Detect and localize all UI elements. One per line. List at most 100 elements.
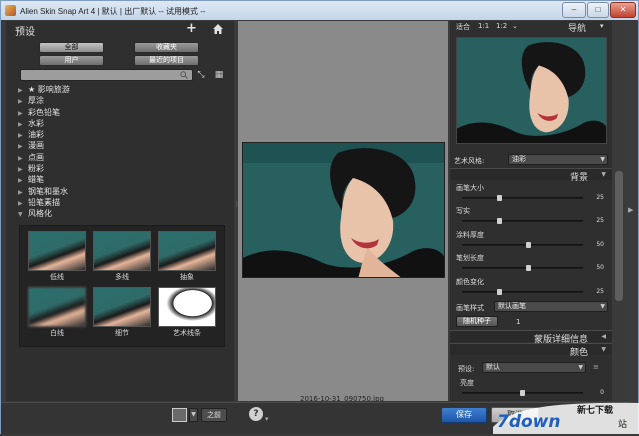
preset-thumb[interactable]: 多线 — [93, 231, 151, 281]
preset-thumb[interactable]: 细节 — [93, 287, 151, 337]
realism-slider[interactable] — [462, 218, 583, 224]
settings-panel: 适合 1:1 1:2 ⌄ 导航 ▾ 艺术风格: 油彩 ▼ 背景 ▼ 画笔大小 2… — [450, 21, 612, 401]
tree-item[interactable]: ▶ 彩色铅笔 — [18, 107, 230, 118]
close-button[interactable]: ✕ — [610, 2, 636, 18]
mask-details-section-header[interactable]: 蒙版详细信息 ◀ — [450, 330, 612, 345]
background-color-swatch[interactable] — [172, 408, 187, 422]
brush-style-select[interactable]: 默认画笔 ▼ — [494, 301, 608, 312]
preset-thumb[interactable]: 白线 — [28, 287, 86, 337]
title-bar: Alien Skin Snap Art 4 | 默认 | 出厂默认 -- 试用模… — [1, 1, 638, 20]
slider-knob[interactable] — [526, 265, 531, 271]
preset-thumb[interactable]: 抽象 — [158, 231, 216, 281]
tree-item[interactable]: ▶ 粉彩 — [18, 163, 230, 174]
window-title: Alien Skin Snap Art 4 | 默认 | 出厂默认 -- 试用模… — [20, 7, 206, 16]
color-variation-value: 25 — [596, 288, 604, 295]
random-seed-button[interactable]: 随机种子 — [456, 316, 498, 327]
preset-thumb[interactable]: 低线 — [28, 231, 86, 281]
minimize-button[interactable]: – — [562, 2, 586, 18]
zoom-fit-button[interactable]: 适合 — [456, 22, 470, 32]
tree-item[interactable]: ▶ 厚涂 — [18, 95, 230, 106]
filter-user-button[interactable]: 用户 — [39, 55, 104, 66]
collapse-icon[interactable]: ⤡ — [196, 70, 206, 80]
preset-tree: ▶ ★ 影响旅游 ▶ 厚涂 ▶ 彩色铅笔 ▶ 水彩 ▶ 油彩 ▶ 漫画 ▶ 点画 ▶ 粉彩 ▶ 蜡… — [18, 84, 230, 220]
panel-splitter[interactable]: ⋮ — [234, 201, 240, 217]
collapse-navigator-icon[interactable]: ▾ — [600, 22, 604, 30]
preset-thumb-image — [158, 231, 216, 271]
slider-knob[interactable] — [520, 390, 525, 396]
watermark-graphic: 7down 新七下载 站 — [493, 402, 639, 434]
collapse-right-panel-icon[interactable]: ▶ — [628, 206, 633, 214]
expand-section-icon: ◀ — [601, 333, 606, 340]
preset-thumbnails: 低线 多线 抽象 白线 细节 艺术线条 — [19, 225, 225, 347]
chevron-down-icon: ▼ — [600, 303, 605, 310]
preset-thumb-image — [28, 231, 86, 271]
preset-thumb-image — [93, 287, 151, 327]
stroke-length-slider[interactable] — [462, 265, 583, 271]
swatch-dropdown-icon[interactable]: ▼ — [189, 408, 198, 422]
color-preset-select[interactable]: 默认 ▼ — [482, 362, 586, 373]
chevron-down-icon: ▼ — [578, 364, 583, 371]
preset-thumb-image — [28, 287, 86, 327]
color-variation-label: 颜色变化 — [456, 278, 484, 286]
grid-view-icon[interactable]: ▦ — [214, 70, 224, 80]
tree-item[interactable]: ▶ 铅笔素描 — [18, 197, 230, 208]
collapse-arrow-icon: ▼ — [18, 211, 23, 219]
collapse-section-icon: ▼ — [601, 346, 606, 353]
art-style-select[interactable]: 油彩 ▼ — [508, 154, 608, 165]
color-variation-slider[interactable] — [462, 289, 583, 295]
tree-item[interactable]: ▶ 油彩 — [18, 129, 230, 140]
filter-all-button[interactable]: 全部 — [39, 42, 104, 53]
tree-item[interactable]: ▶ 钢笔和墨水 — [18, 186, 230, 197]
preview-area[interactable]: 2016-10-31_090750.jpg — [238, 21, 448, 403]
scrollbar-thumb[interactable] — [615, 171, 623, 301]
slider-knob[interactable] — [497, 289, 502, 295]
search-icon — [180, 71, 188, 79]
before-button[interactable]: 之前 — [201, 408, 227, 422]
svg-text:站: 站 — [618, 418, 627, 430]
zoom-1-1-button[interactable]: 1:1 — [478, 22, 489, 30]
svg-text:7down: 7down — [497, 412, 560, 432]
brush-size-label: 画笔大小 — [456, 184, 484, 192]
preset-menu-icon[interactable]: ≡ — [593, 363, 599, 371]
zoom-dropdown-icon[interactable]: ⌄ — [512, 22, 518, 30]
help-icon[interactable]: ? — [249, 407, 263, 421]
slider-knob[interactable] — [526, 242, 531, 248]
zoom-1-2-button[interactable]: 1:2 — [496, 22, 507, 30]
tree-item[interactable]: ▶ 点画 — [18, 152, 230, 163]
app-icon — [5, 5, 16, 16]
home-icon[interactable] — [213, 24, 223, 34]
navigator-image — [457, 38, 606, 143]
preset-label: 预设: — [458, 365, 475, 373]
brush-size-slider[interactable] — [462, 195, 583, 201]
settings-scrollbar[interactable] — [613, 21, 625, 401]
filter-recent-button[interactable]: 最近的项目 — [134, 55, 199, 66]
help-dropdown-icon[interactable]: ▾ — [265, 415, 269, 423]
preset-thumb[interactable]: 艺术线条 — [158, 287, 216, 337]
brush-style-label: 画笔样式 — [456, 304, 484, 312]
paint-thickness-slider[interactable] — [462, 242, 583, 248]
add-preset-icon[interactable]: + — [186, 21, 197, 36]
tree-item-expanded[interactable]: ▼ 风格化 — [18, 208, 230, 219]
random-seed-value: 1 — [516, 318, 521, 326]
tree-item[interactable]: ▶ 漫画 — [18, 140, 230, 151]
filter-favorites-button[interactable]: 收藏夹 — [134, 42, 199, 53]
watermark-logo: 7down 新七下载 站 — [493, 397, 639, 434]
portrait-image — [243, 143, 444, 277]
color-section-header[interactable]: 颜色 ▼ — [450, 343, 612, 358]
presets-header: 预设 + — [6, 21, 234, 38]
navigator-thumbnail[interactable] — [456, 37, 607, 144]
preset-thumb-image — [158, 287, 216, 327]
tree-item[interactable]: ▶ ★ 影响旅游 — [18, 84, 230, 95]
background-section-header[interactable]: 背景 ▼ — [450, 168, 612, 183]
slider-knob[interactable] — [497, 195, 502, 201]
tree-item[interactable]: ▶ 水彩 — [18, 118, 230, 129]
brightness-value: 0 — [600, 389, 604, 396]
slider-knob[interactable] — [497, 218, 502, 224]
tree-item[interactable]: ▶ 蜡笔 — [18, 174, 230, 185]
save-button[interactable]: 保存 — [441, 407, 487, 423]
paint-thickness-value: 50 — [596, 241, 604, 248]
brightness-slider[interactable] — [462, 390, 583, 396]
realism-value: 25 — [596, 217, 604, 224]
maximize-button[interactable]: □ — [587, 2, 609, 18]
search-input[interactable] — [20, 69, 193, 81]
